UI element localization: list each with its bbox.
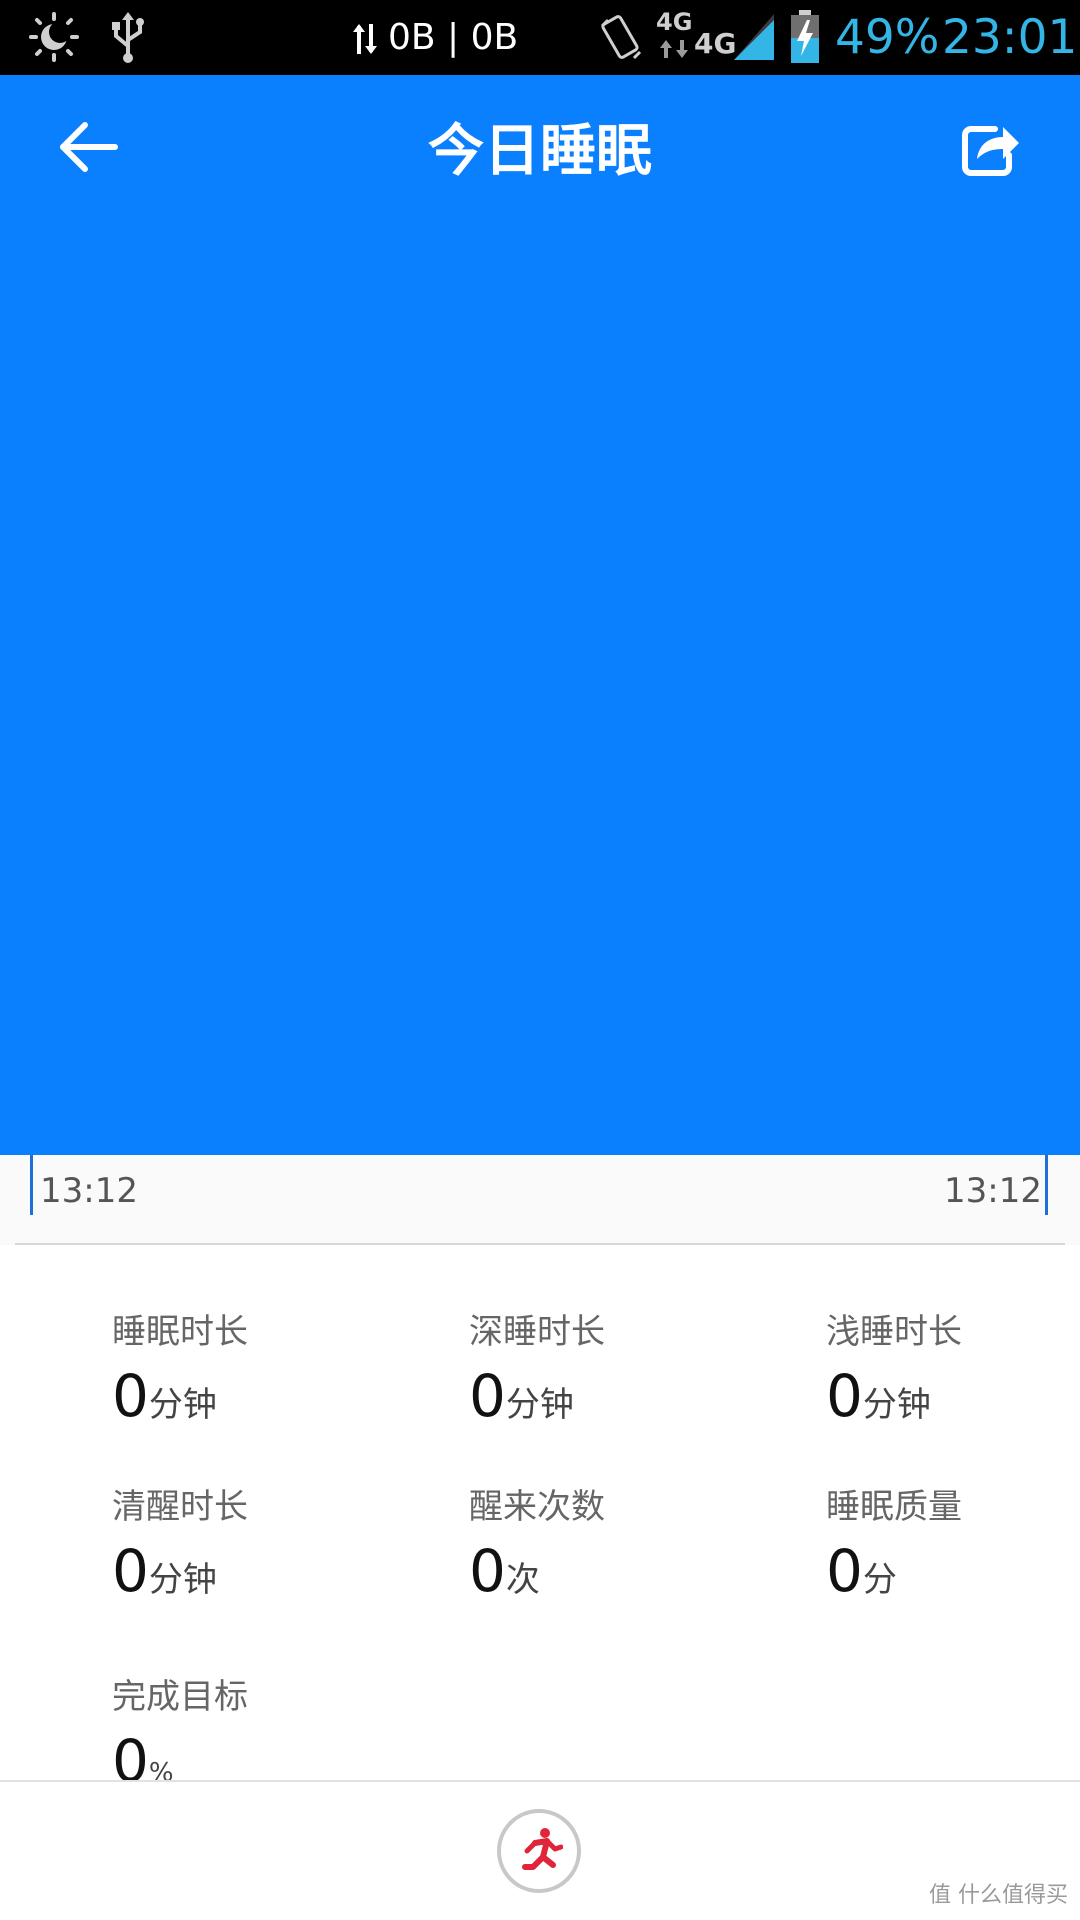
- stat-deep-sleep: 深睡时长 0分钟: [469, 1310, 769, 1428]
- signal-strength-icon: [734, 14, 774, 60]
- data-arrows-icon: [660, 40, 688, 58]
- stat-awake-duration: 清醒时长 0分钟: [112, 1485, 412, 1603]
- sleep-timeline: 13:12 13:12: [0, 1155, 1080, 1245]
- stat-value: 0: [469, 1537, 506, 1605]
- stat-light-sleep: 浅睡时长 0分钟: [826, 1310, 1066, 1428]
- stat-value: 0: [469, 1362, 506, 1430]
- stat-sleep-quality: 睡眠质量 0分: [826, 1485, 1066, 1603]
- brightness-icon: [29, 12, 79, 62]
- stat-label: 睡眠时长: [112, 1312, 248, 1352]
- stat-value-row: 0分钟: [826, 1364, 1066, 1428]
- stat-unit: 分钟: [148, 1560, 217, 1600]
- stat-label: 完成目标: [112, 1677, 248, 1717]
- stat-value-row: 0分钟: [469, 1364, 769, 1428]
- stat-label: 睡眠质量: [826, 1487, 962, 1527]
- stat-value: 0: [112, 1537, 149, 1605]
- stat-value-row: 0分: [826, 1539, 1066, 1603]
- stat-label: 醒来次数: [469, 1487, 605, 1527]
- stat-sleep-duration: 睡眠时长 0分钟: [112, 1310, 412, 1428]
- share-icon: [962, 126, 1019, 176]
- running-man-icon: [522, 1828, 563, 1870]
- clock: 23:01: [942, 10, 1078, 65]
- stat-unit: 分钟: [148, 1385, 217, 1425]
- status-bar: 0B | 0B 4G 4G 49% 23:01: [0, 0, 1080, 75]
- stat-label: 浅睡时长: [826, 1312, 962, 1352]
- stat-unit: 分钟: [505, 1385, 574, 1425]
- battery-percent: 49%: [835, 10, 940, 65]
- bottom-bar: 值 什么值得买: [0, 1780, 1080, 1920]
- stat-label: 深睡时长: [469, 1312, 605, 1352]
- stat-value-row: 0分钟: [112, 1364, 412, 1428]
- battery-charging-icon: [791, 10, 819, 63]
- timeline-end-marker: [1045, 1155, 1048, 1215]
- timeline-start-marker: [30, 1155, 33, 1215]
- stat-unit: 分: [862, 1560, 897, 1600]
- timeline-end-time: 13:12: [944, 1171, 1042, 1211]
- network-speed: 0B | 0B: [388, 17, 519, 58]
- stat-value: 0: [826, 1537, 863, 1605]
- network-type-label: 4G: [656, 8, 693, 36]
- network-type-label-2: 4G: [694, 27, 737, 60]
- stat-unit: 分钟: [862, 1385, 931, 1425]
- stat-value-row: 0次: [469, 1539, 769, 1603]
- usb-icon: [112, 12, 144, 63]
- stat-wake-count: 醒来次数 0次: [469, 1485, 769, 1603]
- sleep-chart-area: [0, 75, 1080, 1155]
- timeline-start-time: 13:12: [40, 1171, 138, 1211]
- page-title: 今日睡眠: [428, 119, 652, 184]
- run-button[interactable]: [497, 1809, 581, 1893]
- stat-value-row: 0分钟: [112, 1539, 412, 1603]
- stat-value: 0: [826, 1362, 863, 1430]
- watermark: 值 什么值得买: [929, 1883, 1068, 1908]
- section-divider: [15, 1243, 1065, 1245]
- vibrate-icon: [600, 15, 642, 60]
- share-button[interactable]: [955, 115, 1025, 185]
- data-transfer-icon: [353, 24, 377, 54]
- stat-label: 清醒时长: [112, 1487, 248, 1527]
- stat-unit: 次: [505, 1560, 540, 1600]
- stat-goal-completion: 完成目标 0%: [112, 1675, 412, 1793]
- stat-value: 0: [112, 1362, 149, 1430]
